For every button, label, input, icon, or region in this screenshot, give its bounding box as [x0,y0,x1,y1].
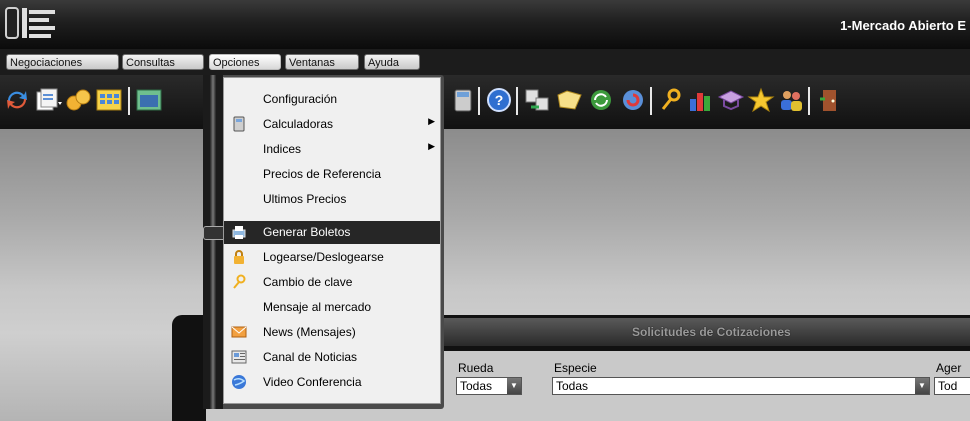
toolbar-separator [478,87,480,115]
title-bar: 1-Mercado Abierto E [0,0,970,49]
dropdown-rail [203,75,227,409]
svg-text:?: ? [495,92,504,108]
menu-bar: Negociaciones Consultas Opciones Ventana… [0,49,970,75]
toolbar-separator [808,87,810,115]
rueda-value: Todas [460,379,493,393]
menu-item-label: Calculadoras [263,117,334,131]
menu-item-label: Configuración [263,92,338,106]
menu-item-label: Cambio de clave [263,275,353,289]
star-icon[interactable] [746,85,776,115]
sync-icon[interactable] [586,85,616,115]
exchange-icon[interactable] [522,85,552,115]
toolbar-separator [650,87,652,115]
key-icon [231,274,247,290]
lock-icon [231,249,247,265]
calendar-grid-icon[interactable] [94,85,124,115]
menu-item-news[interactable]: News (Mensajes) [224,321,440,344]
agente-label: Ager [936,361,962,375]
exit-door-icon[interactable] [814,85,844,115]
menu-item-mensaje-mercado[interactable]: Mensaje al mercado [224,296,440,319]
menu-item-label: Video Conferencia [263,375,362,389]
menu-item-cambio-clave[interactable]: Cambio de clave [224,271,440,294]
menu-ventanas-label: Ventanas [289,57,335,69]
menu-ventanas[interactable]: Ventanas [285,54,359,70]
menu-opciones[interactable]: Opciones [209,54,281,70]
menu-item-ultimos-precios[interactable]: Ultimos Precios [224,188,440,211]
folder-icon[interactable] [554,85,584,115]
bar-chart-icon[interactable] [686,85,716,115]
menu-ayuda-label: Ayuda [368,57,399,69]
menu-consultas[interactable]: Consultas [122,54,204,70]
agente-value: Tod [938,379,958,393]
mail-icon [231,324,247,340]
help-icon[interactable]: ? [484,85,514,115]
menu-item-precios-referencia[interactable]: Precios de Referencia [224,163,440,186]
menu-item-label: Mensaje al mercado [263,300,372,314]
print-icon [231,224,247,240]
rueda-label: Rueda [458,361,494,375]
window-title-label: Solicitudes de Cotizaciones [632,325,791,339]
app-logo-icon[interactable] [4,4,58,44]
globe-icon [231,374,247,390]
chevron-down-icon[interactable]: ▼ [915,378,929,394]
toolbar-separator [128,87,130,115]
menu-item-canal-noticias[interactable]: Canal de Noticias [224,346,440,369]
calculator-icon[interactable] [448,85,478,115]
menu-item-video-conferencia[interactable]: Video Conferencia [224,371,440,394]
menu-item-label: Logearse/Deslogearse [263,250,384,264]
dropdown-panel: Configuración Calculadoras ▶ Indices ▶ P… [223,77,441,404]
documents-icon[interactable] [34,85,64,115]
calculator-icon [231,116,247,132]
menu-item-label: Ultimos Precios [263,192,347,206]
especie-select[interactable]: Todas ▼ [552,377,930,395]
toolbar: ? [0,75,970,129]
graduation-cap-icon[interactable] [716,85,746,115]
agente-select[interactable]: Tod [934,377,970,395]
menu-negociaciones[interactable]: Negociaciones [6,54,119,70]
news-icon [231,349,247,365]
toolbar-separator [516,87,518,115]
chevron-right-icon: ▶ [428,116,435,126]
menu-item-label: News (Mensajes) [263,325,356,339]
chevron-right-icon: ▶ [428,141,435,151]
menu-opciones-label: Opciones [213,57,260,69]
users-icon[interactable] [776,85,806,115]
menu-item-indices[interactable]: Indices ▶ [224,138,440,161]
menu-item-label: Indices [263,142,302,156]
key-icon[interactable] [656,85,686,115]
menu-negociaciones-label: Negociaciones [10,57,83,69]
window-title: 1-Mercado Abierto E [840,18,966,33]
coins-icon[interactable] [64,85,94,115]
menu-item-calculadoras[interactable]: Calculadoras ▶ [224,113,440,136]
especie-value: Todas [556,379,589,393]
menu-item-label: Canal de Noticias [263,350,358,364]
reload-icon[interactable] [618,85,648,115]
refresh-icon[interactable] [2,85,32,115]
menu-item-generar-boletos[interactable]: Generar Boletos [224,221,440,244]
menu-item-label: Precios de Referencia [263,167,382,181]
opciones-dropdown: Configuración Calculadoras ▶ Indices ▶ P… [203,75,444,409]
chevron-down-icon[interactable]: ▼ [507,378,521,394]
especie-label: Especie [554,361,597,375]
rail-line [210,75,216,409]
menu-item-logearse[interactable]: Logearse/Deslogearse [224,246,440,269]
menu-consultas-label: Consultas [126,57,175,69]
menu-item-label: Generar Boletos [263,225,351,239]
menu-item-configuracion[interactable]: Configuración [224,88,440,111]
window-icon[interactable] [134,85,164,115]
menu-ayuda[interactable]: Ayuda [364,54,420,70]
rueda-select[interactable]: Todas ▼ [456,377,522,395]
